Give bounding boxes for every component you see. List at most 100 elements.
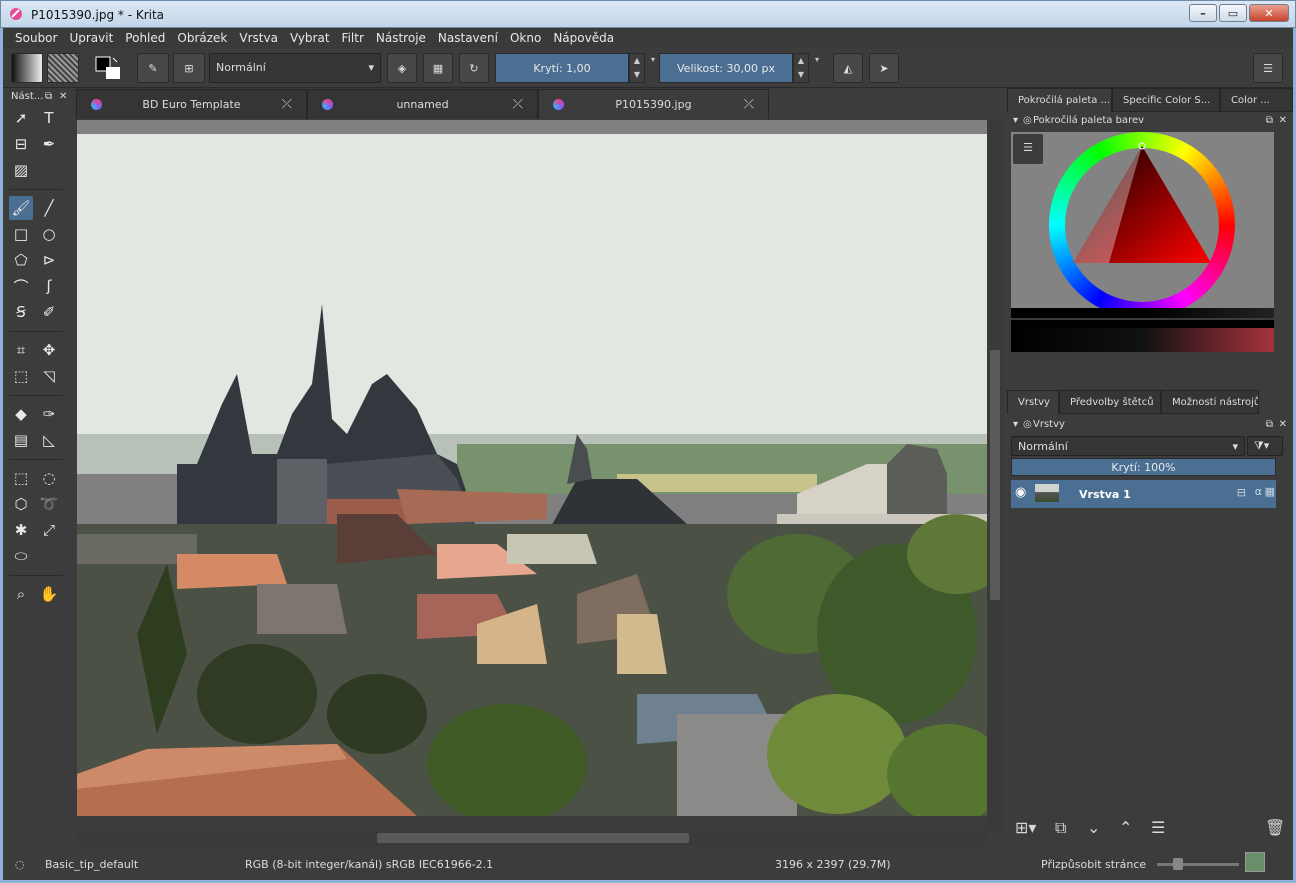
- vertical-scrollbar[interactable]: [987, 120, 1003, 832]
- color-picker-tool[interactable]: ✑: [37, 402, 61, 426]
- float-docker-icon[interactable]: ⧉: [1266, 419, 1273, 430]
- workspace-button[interactable]: ☰: [1253, 53, 1283, 83]
- preserve-alpha-button[interactable]: ▦: [423, 53, 453, 83]
- layer-properties-icon[interactable]: ☰: [1151, 818, 1165, 837]
- size-menu-icon[interactable]: ▾: [809, 53, 825, 83]
- layer-filter-button[interactable]: ⧩▾: [1247, 436, 1283, 456]
- measure-tool[interactable]: ◹: [37, 364, 61, 388]
- menu-okno[interactable]: Okno: [504, 28, 547, 48]
- contiguous-select-tool[interactable]: ✱: [9, 518, 33, 542]
- transform-tool[interactable]: ⬚: [9, 364, 33, 388]
- edit-shapes-tool[interactable]: ⊟: [9, 132, 33, 156]
- canvas[interactable]: [77, 120, 987, 816]
- eraser-mode-button[interactable]: ◈: [387, 53, 417, 83]
- maximize-button[interactable]: ▭: [1219, 4, 1247, 22]
- text-tool[interactable]: T: [37, 106, 61, 130]
- tab-advanced-color[interactable]: Pokročilá paleta ...: [1007, 88, 1112, 112]
- opacity-spinner[interactable]: ▲ ▼: [629, 53, 645, 83]
- menu-vybrat[interactable]: Vybrat: [284, 28, 336, 48]
- inherit-alpha-icon[interactable]: ▦: [1265, 485, 1275, 498]
- add-layer-icon[interactable]: ⊞▾: [1015, 818, 1036, 837]
- close-window-button[interactable]: ✕: [1249, 4, 1289, 22]
- close-docker-icon[interactable]: ✕: [1279, 419, 1287, 430]
- close-tab-icon[interactable]: ⤫: [513, 90, 523, 120]
- collapse-icon[interactable]: ▾: [1013, 115, 1018, 126]
- select-shapes-tool[interactable]: ➚: [9, 106, 33, 130]
- menu-soubor[interactable]: Soubor: [9, 28, 63, 48]
- zoom-mode[interactable]: Přizpůsobit stránce: [1041, 858, 1146, 871]
- eye-visibility-icon[interactable]: ◉: [1015, 485, 1026, 500]
- close-docker-icon[interactable]: ✕: [59, 91, 67, 102]
- menu-pohled[interactable]: Pohled: [119, 28, 171, 48]
- multibrush-tool[interactable]: ✐: [37, 300, 61, 324]
- mirror-horizontal-button[interactable]: ◭: [833, 53, 863, 83]
- advanced-color-selector[interactable]: ☰: [1011, 132, 1274, 318]
- rect-select-tool[interactable]: ⬚: [9, 466, 33, 490]
- calligraphy-tool[interactable]: ✒: [37, 132, 61, 156]
- tab-color[interactable]: Color ...: [1220, 88, 1293, 112]
- menu-obrazek[interactable]: Obrázek: [171, 28, 233, 48]
- bezier-select-tool[interactable]: ⬭: [9, 544, 33, 568]
- saturation-value-triangle[interactable]: [1049, 132, 1235, 318]
- menu-filtr[interactable]: Filtr: [336, 28, 370, 48]
- document-tab[interactable]: P1015390.jpg ⤫: [538, 89, 769, 119]
- delete-layer-icon[interactable]: 🗑: [1265, 818, 1285, 837]
- gradient-tool[interactable]: ▤: [9, 428, 33, 452]
- zoom-slider-handle[interactable]: [1173, 858, 1183, 870]
- gradient-preset-button[interactable]: [11, 53, 43, 83]
- layer-row[interactable]: ◉ Vrstva 1 ⊟ α ▦: [1011, 480, 1276, 508]
- opacity-slider[interactable]: Krytí: 1,00: [495, 53, 629, 83]
- close-tab-icon[interactable]: ⤫: [744, 90, 754, 120]
- scrollbar-thumb[interactable]: [377, 833, 689, 843]
- pattern-preset-button[interactable]: [47, 53, 79, 83]
- float-docker-icon[interactable]: ⧉: [1266, 115, 1273, 126]
- polygon-tool[interactable]: ⬠: [9, 248, 33, 272]
- color-history-bar[interactable]: [1011, 320, 1274, 352]
- zoom-tool[interactable]: ⌕: [9, 582, 33, 606]
- menu-upravit[interactable]: Upravit: [63, 28, 119, 48]
- polygon-select-tool[interactable]: ⬡: [9, 492, 33, 516]
- document-tab[interactable]: BD Euro Template ⤫: [76, 89, 307, 119]
- close-docker-icon[interactable]: ✕: [1279, 115, 1287, 126]
- zoom-slider[interactable]: [1157, 858, 1239, 870]
- dynamic-brush-tool[interactable]: Ꞩ: [9, 300, 33, 324]
- menu-nastaveni[interactable]: Nastavení: [432, 28, 504, 48]
- menu-napoveda[interactable]: Nápověda: [547, 28, 620, 48]
- ellipse-select-tool[interactable]: ◌: [37, 466, 61, 490]
- freehand-brush-tool[interactable]: 🖌: [9, 196, 33, 220]
- freehand-select-tool[interactable]: ➰: [37, 492, 61, 516]
- fill-tool[interactable]: ◆: [9, 402, 33, 426]
- pattern-edit-tool[interactable]: ▨: [9, 158, 33, 182]
- tab-brush-presets[interactable]: Předvolby štětců: [1059, 390, 1161, 414]
- brush-presets-button[interactable]: ✎: [137, 53, 169, 83]
- move-layer-down-icon[interactable]: ⌄: [1087, 818, 1100, 837]
- move-tool[interactable]: ✥: [37, 338, 61, 362]
- blend-mode-select[interactable]: Normální ▾: [209, 53, 381, 83]
- freehand-path-tool[interactable]: ʃ: [37, 274, 61, 298]
- lock-docker-icon[interactable]: ◎: [1023, 115, 1032, 126]
- assistant-tool[interactable]: ◺: [37, 428, 61, 452]
- foreground-background-colors[interactable]: [91, 53, 125, 83]
- brush-editor-button[interactable]: ⊞: [173, 53, 205, 83]
- rectangle-tool[interactable]: □: [9, 222, 33, 246]
- size-slider[interactable]: Velikost: 30,00 px: [659, 53, 793, 83]
- menu-nastroje[interactable]: Nástroje: [370, 28, 432, 48]
- ellipse-tool[interactable]: ○: [37, 222, 61, 246]
- minimize-button[interactable]: –: [1189, 4, 1217, 22]
- layer-blend-mode-select[interactable]: Normální ▾: [1011, 436, 1245, 456]
- scrollbar-thumb[interactable]: [990, 350, 1000, 600]
- document-tab[interactable]: unnamed ⤫: [307, 89, 538, 119]
- tab-specific-color[interactable]: Specific Color S...: [1112, 88, 1220, 112]
- similar-select-tool[interactable]: ⤢: [37, 518, 61, 542]
- move-layer-up-icon[interactable]: ⌃: [1119, 818, 1132, 837]
- collapse-icon[interactable]: ▾: [1013, 419, 1018, 430]
- color-selector-settings-button[interactable]: ☰: [1013, 134, 1043, 164]
- tab-layers[interactable]: Vrstvy: [1007, 390, 1059, 414]
- canvas-overview-icon[interactable]: [1245, 852, 1265, 872]
- pan-tool[interactable]: ✋: [37, 582, 61, 606]
- tab-tool-options[interactable]: Možnosti nástrojů: [1161, 390, 1259, 414]
- bezier-curve-tool[interactable]: ⌒: [9, 274, 33, 298]
- horizontal-scrollbar[interactable]: [77, 830, 987, 846]
- polyline-tool[interactable]: ⊳: [37, 248, 61, 272]
- lock-docker-icon[interactable]: ◎: [1023, 419, 1032, 430]
